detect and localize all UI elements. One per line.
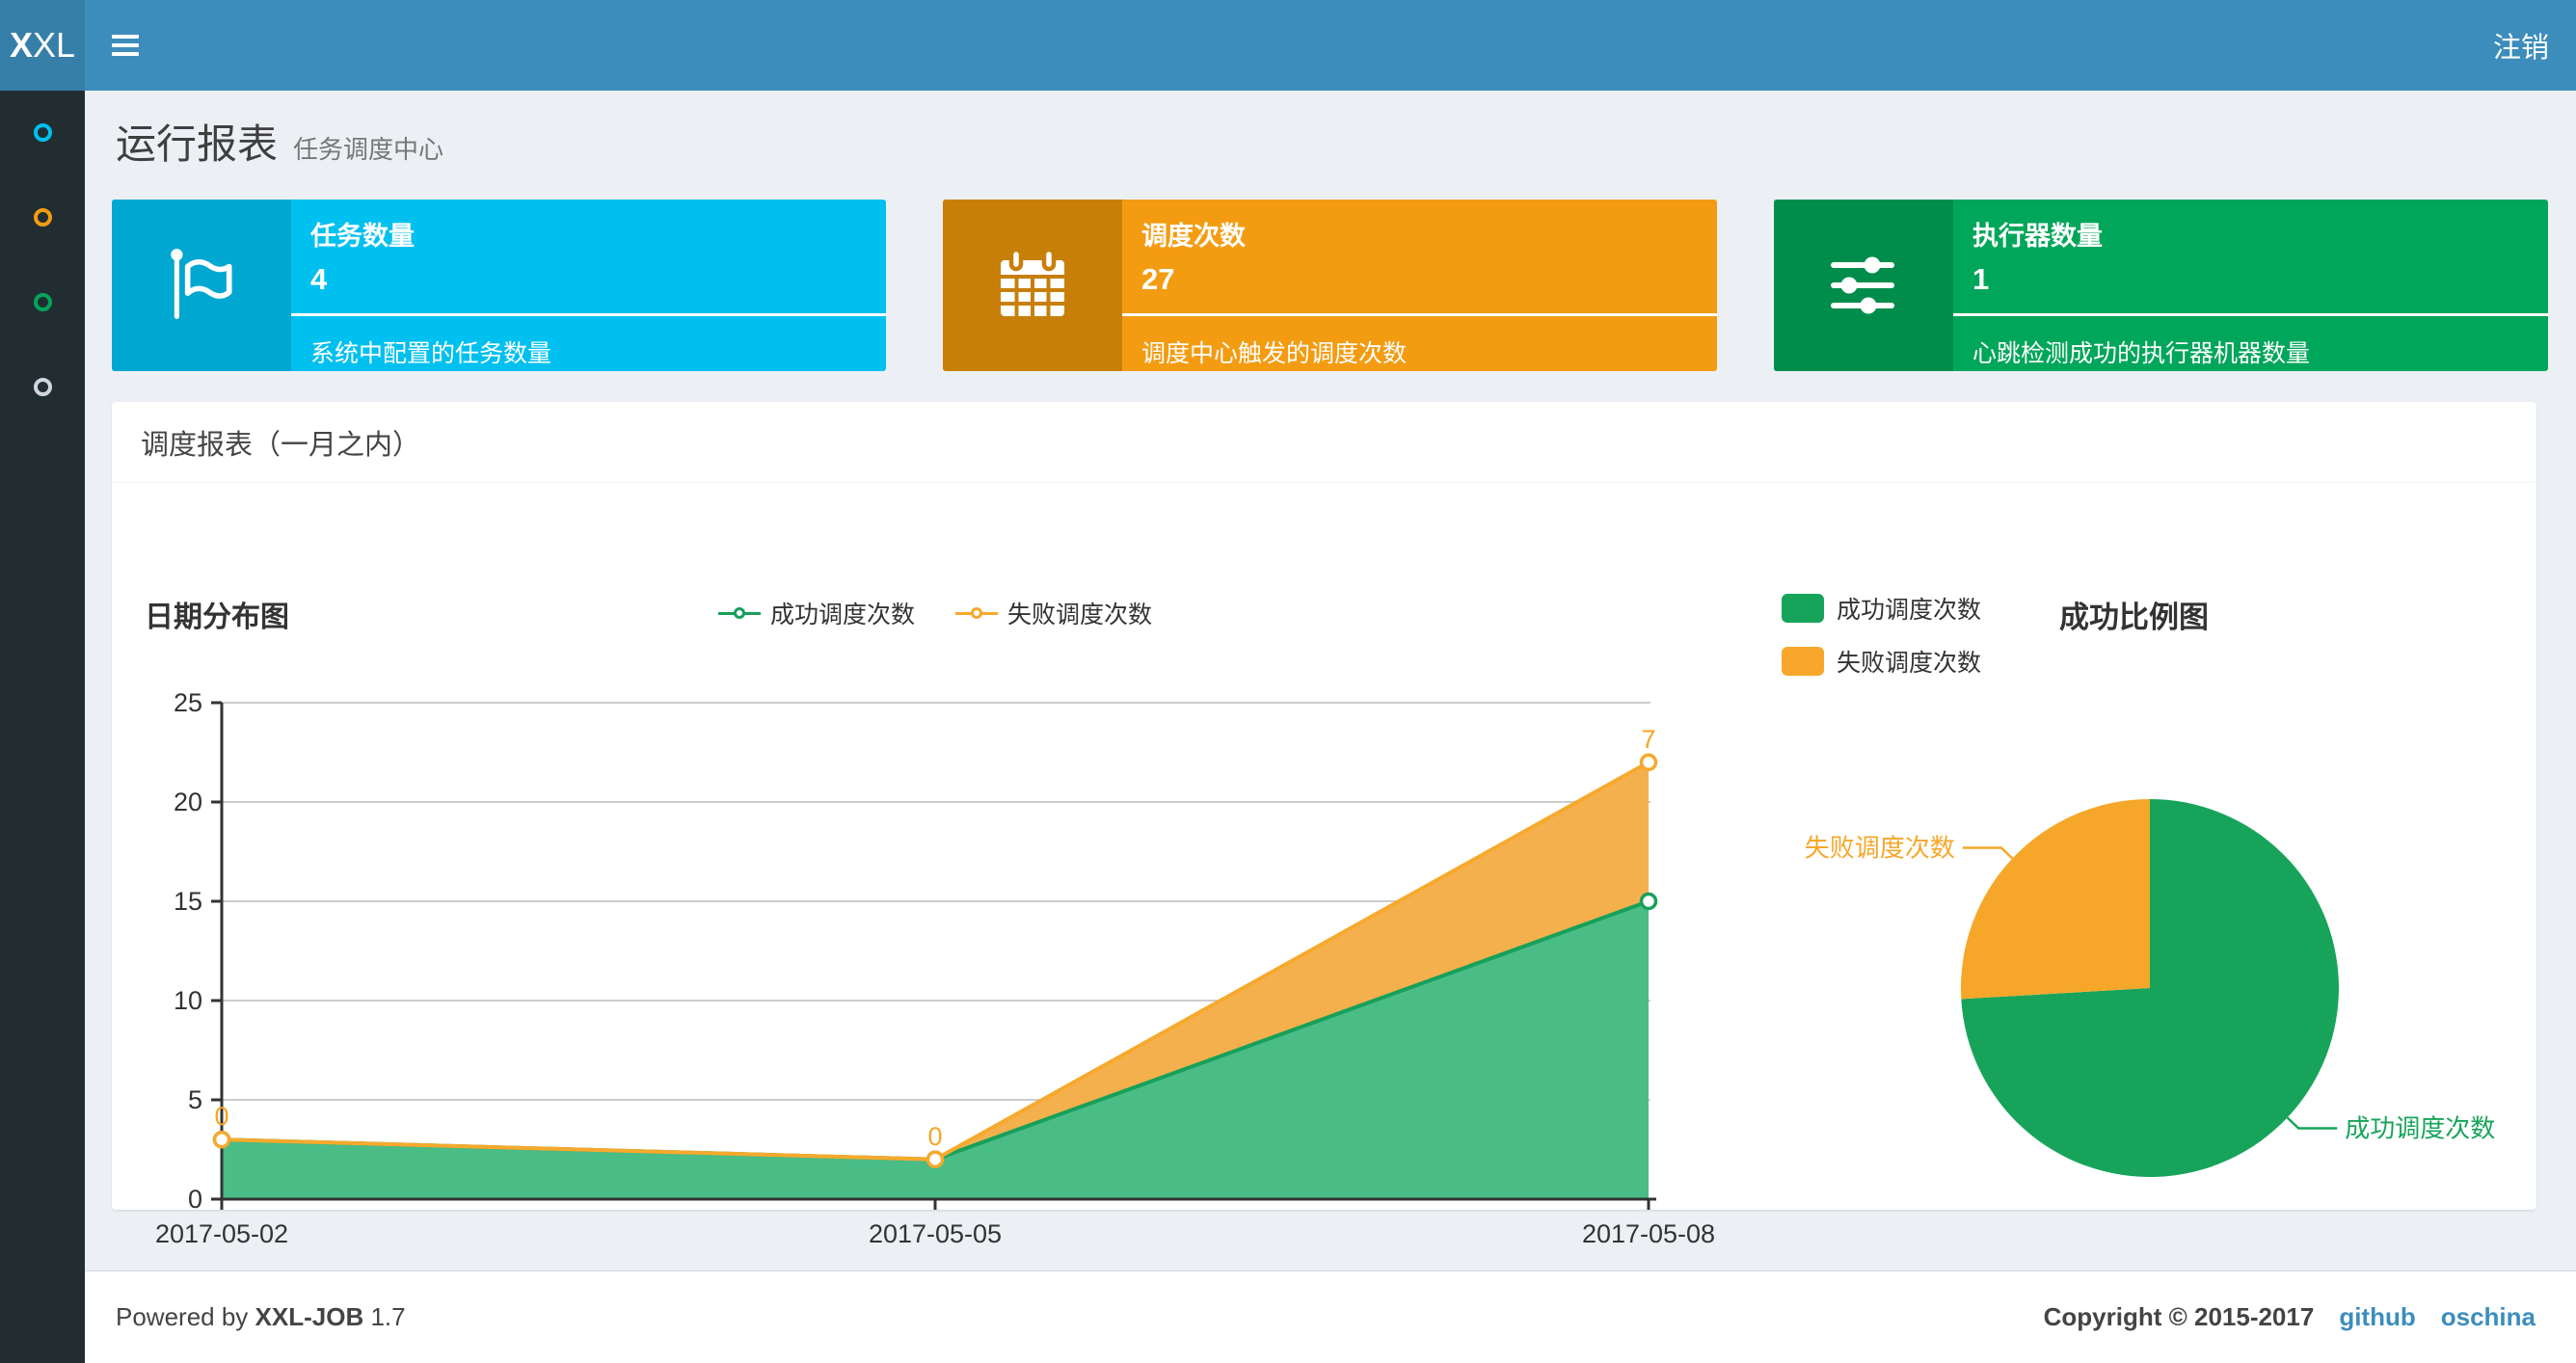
card-separator	[1122, 313, 1717, 316]
line-legend-marker	[717, 605, 761, 621]
powered-by: Powered by XXL-JOB 1.7	[116, 1302, 406, 1331]
card-title: 执行器数量	[1972, 222, 2103, 251]
sidebar-item-2[interactable]	[0, 200, 85, 233]
stat-card-executors: 执行器数量 1 心跳检测成功的执行器机器数量	[1774, 200, 2548, 371]
circle-icon	[33, 377, 52, 396]
sidebar-menu	[0, 91, 85, 1363]
menu-icon	[112, 34, 139, 40]
card-separator	[1953, 313, 2548, 316]
pie-chart-legend: 成功调度次数 失败调度次数	[1782, 591, 1981, 679]
copyright-area: Copyright © 2015-2017 github oschina	[2044, 1302, 2536, 1332]
pie-legend-swatch	[1782, 594, 1824, 623]
legend-item-success[interactable]: 成功调度次数	[717, 596, 915, 630]
panel-body: 日期分布图 成功调度次数 失败调度次数 0 5 10 15 20 25 2017-05-02 2…	[112, 483, 2536, 1248]
github-link[interactable]: github	[2339, 1302, 2415, 1332]
sidebar-item-1[interactable]	[0, 116, 85, 148]
sidebar-toggle-button[interactable]	[96, 0, 154, 91]
svg-text:10: 10	[174, 986, 202, 1015]
pie-slice-label-success: 成功调度次数	[2345, 1114, 2495, 1143]
pie-legend-item-success[interactable]: 成功调度次数	[1782, 591, 1981, 626]
card-body: 任务数量 4 系统中配置的任务数量	[291, 200, 886, 371]
pie-slice-fail	[1960, 799, 2150, 1000]
circle-icon	[33, 292, 52, 311]
svg-text:2017-05-08: 2017-05-08	[1582, 1219, 1715, 1248]
calendar-icon	[943, 200, 1122, 371]
stat-card-triggers: 调度次数 27 调度中心触发的调度次数	[943, 200, 1717, 371]
panel-title: 调度报表（一月之内）	[141, 429, 421, 461]
brand-name: XXL-JOB	[255, 1302, 364, 1331]
fail-point-label: 7	[1641, 725, 1655, 754]
fail-point-label: 0	[214, 1102, 228, 1131]
line-chart-legend: 成功调度次数 失败调度次数	[135, 596, 1735, 630]
stat-card-jobs: 任务数量 4 系统中配置的任务数量	[112, 200, 886, 371]
fail-point-label: 0	[927, 1122, 942, 1151]
card-title: 调度次数	[1141, 222, 1246, 251]
legend-label: 成功调度次数	[769, 601, 915, 628]
date-distribution-chart: 05101520252017-05-02 2017-05-05 2017-05-08…	[155, 688, 1715, 1248]
legend-item-fail[interactable]: 失败调度次数	[955, 596, 1152, 630]
page-subtitle: 任务调度中心	[293, 135, 444, 164]
card-body: 执行器数量 1 心跳检测成功的执行器机器数量	[1953, 200, 2548, 371]
copyright-text: Copyright © 2015-2017	[2043, 1302, 2315, 1331]
svg-text:25: 25	[174, 688, 202, 717]
card-value: 1	[1972, 262, 1990, 296]
dashboard-root: X XL 注销 运行报表 任务调度中心 任务数量 4 系统中配置的任务数量 调度次数 27…	[0, 0, 2576, 1363]
page-title: 运行报表	[116, 121, 279, 167]
card-desc: 系统中配置的任务数量	[310, 340, 552, 367]
legend-label: 成功调度次数	[1837, 597, 1982, 624]
footer: Powered by XXL-JOB 1.7 Copyright © 2015-…	[85, 1270, 2576, 1363]
circle-icon	[33, 207, 52, 227]
svg-text:2017-05-05: 2017-05-05	[869, 1219, 1002, 1248]
card-value: 27	[1141, 262, 1175, 296]
logo-bold: X	[9, 25, 33, 65]
brand-version: 1.7	[370, 1302, 406, 1331]
sidebar-item-4[interactable]	[0, 370, 85, 403]
svg-text:2017-05-02: 2017-05-02	[155, 1219, 288, 1248]
card-desc: 心跳检测成功的执行器机器数量	[1972, 340, 2311, 367]
sidebar-item-3[interactable]	[0, 285, 85, 318]
svg-text:5: 5	[188, 1085, 202, 1114]
panel-header: 调度报表（一月之内）	[112, 402, 2536, 483]
logo-rest: XL	[32, 25, 76, 65]
page-heading: 运行报表 任务调度中心	[116, 112, 443, 171]
flag-icon	[112, 200, 291, 371]
pie-legend-swatch	[1782, 647, 1824, 676]
card-separator	[291, 313, 886, 316]
card-title: 任务数量	[310, 222, 415, 251]
pie-slice-label-fail: 失败调度次数	[1805, 834, 1955, 863]
sliders-icon	[1774, 200, 1953, 371]
legend-label: 失败调度次数	[1837, 650, 1982, 677]
circle-icon	[33, 122, 52, 142]
card-value: 4	[310, 262, 328, 296]
stat-cards: 任务数量 4 系统中配置的任务数量 调度次数 27 调度中心触发的调度次数 执行器数量 1 心跳…	[112, 200, 2548, 371]
svg-text:15: 15	[174, 887, 202, 916]
app-logo[interactable]: X XL	[0, 0, 85, 91]
card-desc: 调度中心触发的调度次数	[1141, 340, 1408, 367]
oschina-link[interactable]: oschina	[2441, 1302, 2536, 1332]
svg-text:20: 20	[174, 788, 202, 816]
legend-label: 失败调度次数	[1007, 601, 1153, 628]
success-ratio-chart: 成功调度次数 失败调度次数	[1805, 799, 2495, 1177]
card-body: 调度次数 27 调度中心触发的调度次数	[1122, 200, 1717, 371]
svg-text:0: 0	[188, 1185, 202, 1214]
logout-link[interactable]: 注销	[2466, 0, 2576, 91]
pie-legend-item-fail[interactable]: 失败调度次数	[1782, 644, 1981, 679]
line-legend-marker	[955, 605, 998, 621]
top-navbar: X XL 注销	[0, 0, 2576, 91]
report-panel: 调度报表（一月之内） 日期分布图 成功调度次数 失败调度次数 0 5 10 15 20 25…	[112, 402, 2536, 1248]
pie-chart-title: 成功比例图	[2059, 601, 2209, 634]
